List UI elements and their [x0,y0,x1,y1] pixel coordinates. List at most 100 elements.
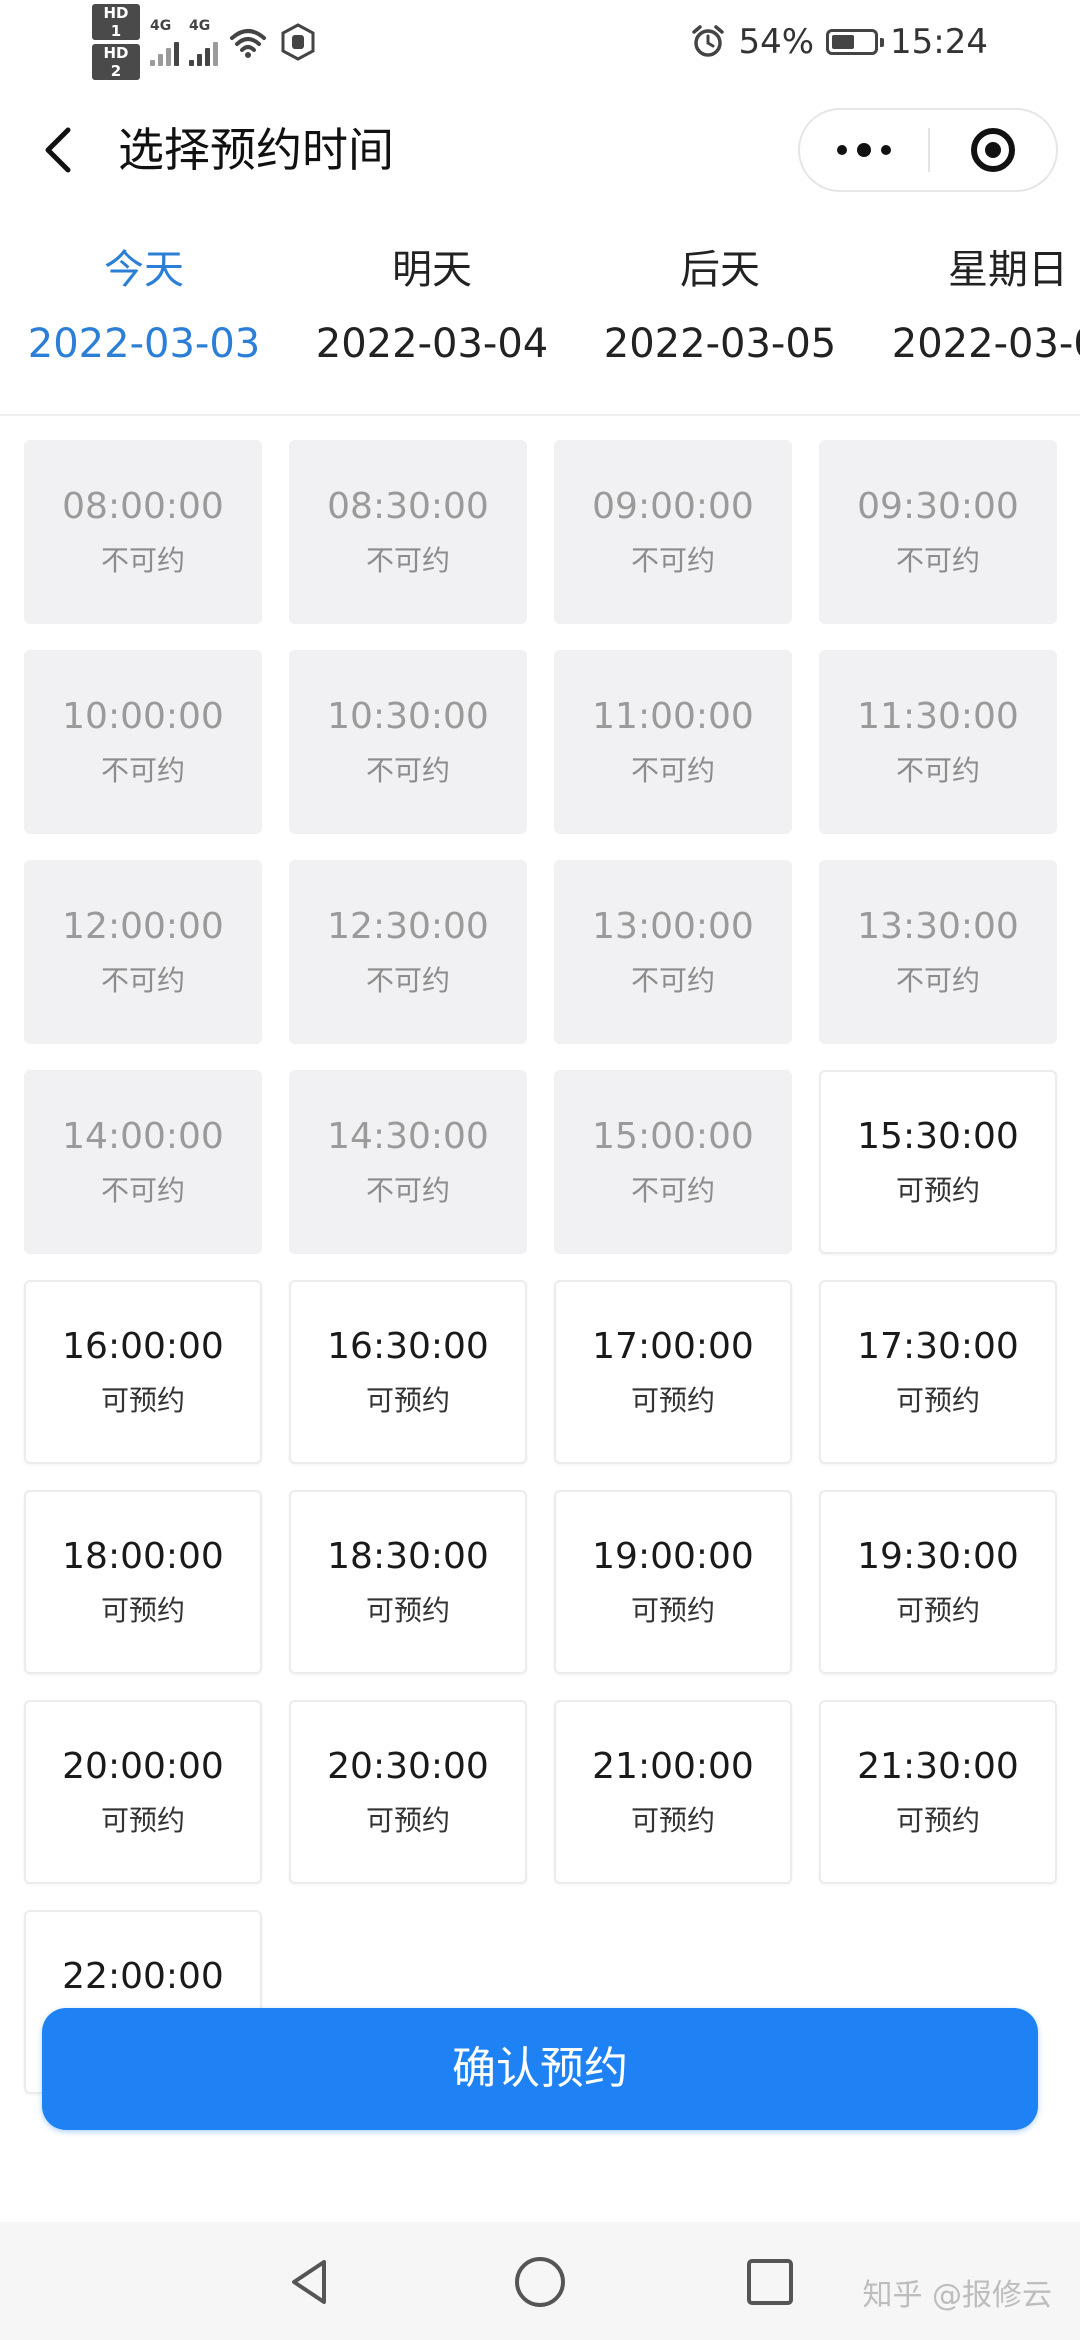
date-tab-1[interactable]: 明天 2022-03-04 [288,240,576,374]
date-tab-2[interactable]: 后天 2022-03-05 [576,240,864,374]
chevron-left-icon[interactable] [30,120,90,180]
slot-time: 12:30:00 [327,906,489,947]
slot-time: 15:00:00 [592,1116,754,1157]
slot-status: 不可约 [365,1174,450,1207]
battery-icon [826,29,885,55]
slot-status: 可预约 [630,1594,715,1627]
date-tab-3[interactable]: 星期日 2022-03-06 [864,240,1080,374]
time-slot[interactable]: 15:30:00 可预约 [819,1070,1057,1254]
more-dots-icon[interactable] [800,110,928,190]
time-slot[interactable]: 19:00:00 可预约 [554,1490,792,1674]
slot-status: 不可约 [630,754,715,787]
slot-time: 10:30:00 [327,696,489,737]
time-slot: 11:00:00 不可约 [554,650,792,834]
signal-2-icon: 4G [189,18,218,66]
time-slot[interactable]: 20:30:00 可预约 [289,1700,527,1884]
time-slot[interactable]: 19:30:00 可预约 [819,1490,1057,1674]
page-title: 选择预约时间 [118,123,394,177]
slot-time: 16:30:00 [327,1326,489,1367]
time-slot: 09:00:00 不可约 [554,440,792,624]
slot-time: 11:30:00 [857,696,1019,737]
slot-status: 可预约 [100,1594,185,1627]
date-tab-day: 今天 [104,247,184,293]
date-tab-day: 后天 [680,247,760,293]
miniprogram-capsule [798,108,1058,192]
time-slot[interactable]: 21:30:00 可预约 [819,1700,1057,1884]
status-bar-right: 54% 15:24 [690,12,988,72]
hd2-badge: HD 2 [92,44,140,80]
date-tab-day: 星期日 [948,247,1068,293]
slot-time: 18:30:00 [327,1536,489,1577]
slot-time: 13:30:00 [857,906,1019,947]
slot-status: 不可约 [100,544,185,577]
slot-time: 22:00:00 [62,1956,224,1997]
slot-time: 12:00:00 [62,906,224,947]
time-slot: 10:00:00 不可约 [24,650,262,834]
slot-status: 不可约 [100,1174,185,1207]
tabs-divider [0,414,1080,416]
battery-percent: 54% [738,22,815,62]
date-tab-day: 明天 [392,247,472,293]
signal-1-icon: 4G [150,18,179,66]
status-bar-left: HD 1 HD 2 4G 4G [92,4,318,80]
clock: 15:24 [890,22,988,62]
time-slot: 08:30:00 不可约 [289,440,527,624]
time-slot-grid: 08:00:00 不可约 08:30:00 不可约 09:00:00 不可约 09:30:0… [24,440,1057,2094]
time-slot: 13:30:00 不可约 [819,860,1057,1044]
confirm-booking-button[interactable]: 确认预约 [42,2008,1038,2130]
hd-indicators: HD 1 HD 2 [92,4,140,80]
network-type-1: 4G [150,18,172,34]
time-slot[interactable]: 17:00:00 可预约 [554,1280,792,1464]
slot-status: 不可约 [630,544,715,577]
slot-status: 不可约 [365,964,450,997]
slot-time: 14:30:00 [327,1116,489,1157]
alarm-icon [692,25,725,57]
hand-shield-icon [281,23,315,61]
hd1-badge: HD 1 [92,4,140,40]
target-icon[interactable] [930,110,1056,190]
slot-time: 14:00:00 [62,1116,224,1157]
slot-status: 可预约 [365,1384,450,1417]
slot-status: 不可约 [365,544,450,577]
time-slot: 10:30:00 不可约 [289,650,527,834]
slot-time: 10:00:00 [62,696,224,737]
wifi-icon [230,29,266,58]
slot-status: 可预约 [895,1384,980,1417]
slot-status: 可预约 [895,1594,980,1627]
slot-status: 可预约 [365,1804,450,1837]
slot-time: 21:30:00 [857,1746,1019,1787]
circle-home-icon[interactable] [510,2252,570,2312]
time-slot[interactable]: 18:30:00 可预约 [289,1490,527,1674]
date-tab-0[interactable]: 今天 2022-03-03 [0,240,288,374]
slot-status: 不可约 [895,754,980,787]
time-slot: 13:00:00 不可约 [554,860,792,1044]
slot-time: 11:00:00 [592,696,754,737]
slot-status: 可预约 [630,1804,715,1837]
slot-time: 08:00:00 [62,486,224,527]
slot-time: 19:00:00 [592,1536,754,1577]
watermark: 知乎 @报修云 [862,2278,1052,2313]
time-slot[interactable]: 16:30:00 可预约 [289,1280,527,1464]
slot-status: 不可约 [630,1174,715,1207]
date-tab-date: 2022-03-05 [603,321,837,367]
square-recent-icon[interactable] [740,2252,800,2312]
time-slot[interactable]: 18:00:00 可预约 [24,1490,262,1674]
status-bar: HD 1 HD 2 4G 4G 54% 15:24 [0,0,1080,90]
time-slot[interactable]: 20:00:00 可预约 [24,1700,262,1884]
header: 选择预约时间 [0,100,1080,200]
slot-status: 可预约 [100,1804,185,1837]
time-slot: 15:00:00 不可约 [554,1070,792,1254]
slot-time: 20:30:00 [327,1746,489,1787]
slot-status: 不可约 [100,964,185,997]
time-slot: 09:30:00 不可约 [819,440,1057,624]
slot-status: 不可约 [630,964,715,997]
slot-status: 可预约 [100,1384,185,1417]
slot-time: 08:30:00 [327,486,489,527]
time-slot: 12:00:00 不可约 [24,860,262,1044]
slot-status: 不可约 [895,544,980,577]
time-slot[interactable]: 16:00:00 可预约 [24,1280,262,1464]
time-slot[interactable]: 21:00:00 可预约 [554,1700,792,1884]
time-slot[interactable]: 17:30:00 可预约 [819,1280,1057,1464]
triangle-back-icon[interactable] [280,2252,340,2312]
network-type-2: 4G [189,18,211,34]
